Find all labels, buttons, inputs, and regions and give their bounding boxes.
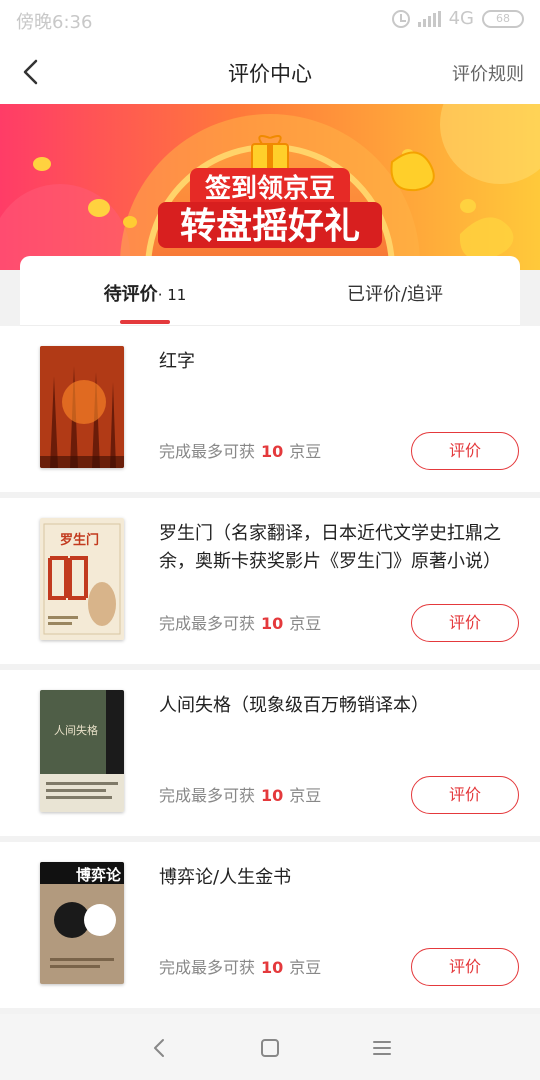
system-back-icon[interactable] <box>146 1034 174 1062</box>
item-title[interactable]: 罗生门（名家翻译，日本近代文学史扛鼎之余，奥斯卡获奖影片《罗生门》原著小说） <box>159 520 515 576</box>
system-menu-icon[interactable] <box>368 1034 396 1062</box>
signal-icon <box>417 10 441 27</box>
review-rules-link[interactable]: 评价规则 <box>452 60 524 86</box>
item-title[interactable]: 人间失格（现象级百万畅销译本） <box>159 692 515 720</box>
pending-review-list: 红字 完成最多可获 10 京豆 评价 罗生门 罗生门（名家翻译，日本近代文学史扛鼎之… <box>0 326 540 1014</box>
tab-reviewed[interactable]: 已评价/追评 <box>270 256 520 326</box>
reward-points: 10 <box>261 614 284 633</box>
list-item: 博弈论 博弈论/人生金书 完成最多可获 10 京豆 评价 <box>0 842 540 1008</box>
reward-info: 完成最多可获 10 京豆 <box>159 786 322 805</box>
banner-line2: 转盘摇好礼 <box>180 205 360 247</box>
book-cover[interactable]: 罗生门 <box>40 518 124 640</box>
list-item: 人间失格 人间失格（现象级百万畅销译本） 完成最多可获 10 京豆 评价 <box>0 670 540 836</box>
book-cover[interactable]: 人间失格 <box>40 690 124 812</box>
reward-info: 完成最多可获 10 京豆 <box>159 614 322 633</box>
promo-banner[interactable]: 签到领京豆 转盘摇好礼 <box>0 104 540 270</box>
tab-reviewed-label: 已评价/追评 <box>346 284 444 305</box>
system-home-icon[interactable] <box>256 1034 284 1062</box>
battery-icon: 68 <box>482 9 524 28</box>
tab-pending-review[interactable]: 待评价· 11 <box>20 256 270 326</box>
banner-graphic: 签到领京豆 转盘摇好礼 <box>0 104 540 270</box>
item-title[interactable]: 博弈论/人生金书 <box>159 864 515 892</box>
tab-pending-label: 待评价· 11 <box>103 284 187 305</box>
network-label: 4G <box>448 8 474 29</box>
list-item: 罗生门 罗生门（名家翻译，日本近代文学史扛鼎之余，奥斯卡获奖影片《罗生门》原著小… <box>0 498 540 664</box>
reward-info: 完成最多可获 10 京豆 <box>159 958 322 977</box>
item-title[interactable]: 红字 <box>159 348 515 376</box>
list-item: 红字 完成最多可获 10 京豆 评价 <box>0 326 540 492</box>
cover-text: 博弈论 <box>76 866 122 884</box>
pending-count: · 11 <box>157 286 187 304</box>
alarm-icon <box>391 9 410 28</box>
reward-info: 完成最多可获 10 京豆 <box>159 442 322 461</box>
reward-points: 10 <box>261 442 284 461</box>
banner-line1: 签到领京豆 <box>205 173 335 204</box>
reward-points: 10 <box>261 958 284 977</box>
review-button[interactable]: 评价 <box>411 776 519 814</box>
nav-bar: 评价中心 评价规则 <box>0 40 540 104</box>
cover-text: 人间失格 <box>54 723 98 737</box>
status-time: 傍晚6:36 <box>16 12 93 33</box>
system-nav-bar <box>0 1014 540 1080</box>
screen: 傍晚6:36 4G 68 评价中心 评价规则 签到领京豆 转盘摇好礼 待评价· … <box>0 0 540 1080</box>
book-cover[interactable]: 博弈论 <box>40 862 124 984</box>
review-button[interactable]: 评价 <box>411 432 519 470</box>
status-bar: 傍晚6:36 4G 68 <box>0 0 540 40</box>
review-button[interactable]: 评价 <box>411 948 519 986</box>
status-icons: 4G 68 <box>391 8 524 29</box>
book-cover[interactable] <box>40 346 124 468</box>
tab-bar: 待评价· 11 已评价/追评 <box>20 256 520 326</box>
active-tab-indicator <box>120 320 170 324</box>
reward-points: 10 <box>261 786 284 805</box>
cover-text: 罗生门 <box>60 532 99 548</box>
review-button[interactable]: 评价 <box>411 604 519 642</box>
